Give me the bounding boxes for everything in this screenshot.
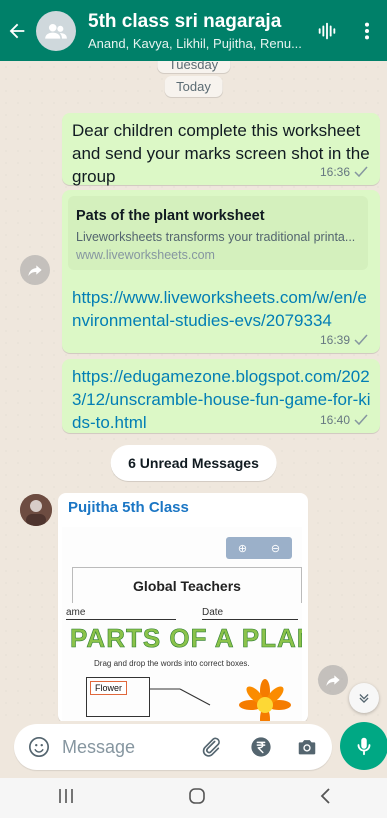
person-photo-icon xyxy=(20,494,52,526)
outgoing-link-message[interactable]: https://edugamezone.blogspot.com/2023/12… xyxy=(62,359,380,433)
kebab-menu-icon xyxy=(364,22,370,40)
unread-messages-divider: 6 Unread Messages xyxy=(110,445,277,481)
sender-name[interactable]: Pujitha 5th Class xyxy=(68,499,189,516)
recent-apps-icon xyxy=(58,788,73,803)
check-icon xyxy=(354,334,368,346)
outgoing-message[interactable]: Dear children complete this worksheet an… xyxy=(62,113,380,186)
back-button[interactable] xyxy=(0,0,34,61)
chat-area[interactable]: Tuesday Today Dear children complete thi… xyxy=(0,61,387,721)
link-preview-title: Pats of the plant worksheet xyxy=(76,208,265,224)
incoming-image-message[interactable]: Pujitha 5th Class ⊕ ⊖ Global Teachers am… xyxy=(58,493,308,721)
forward-button[interactable] xyxy=(318,665,348,695)
chat-title: 5th class sri nagaraja xyxy=(88,10,282,32)
zoom-in-icon: ⊕ xyxy=(237,542,248,555)
worksheet-instruction: Drag and drop the words into correct box… xyxy=(94,659,250,668)
message-composer xyxy=(14,724,332,770)
group-icon xyxy=(45,23,67,39)
chat-header: 5th class sri nagaraja Anand, Kavya, Lik… xyxy=(0,0,387,61)
zoom-controls: ⊕ ⊖ xyxy=(226,537,292,559)
chevron-left-icon xyxy=(320,787,330,804)
more-options-button[interactable] xyxy=(362,20,372,47)
worksheet-name-field: ame xyxy=(66,607,86,618)
attach-button[interactable] xyxy=(200,736,222,758)
home-button[interactable] xyxy=(187,786,207,811)
rupee-icon xyxy=(251,737,271,757)
message-time: 16:36 xyxy=(319,165,350,179)
paperclip-icon xyxy=(202,737,220,757)
check-icon xyxy=(354,414,368,426)
system-nav-bar xyxy=(0,778,387,818)
chat-title-area[interactable]: 5th class sri nagaraja Anand, Kavya, Lik… xyxy=(88,11,318,51)
zoom-out-icon: ⊖ xyxy=(270,542,281,555)
flower-illustration-icon xyxy=(150,679,291,721)
back-nav-button[interactable] xyxy=(318,786,332,811)
camera-icon xyxy=(298,740,316,755)
microphone-icon xyxy=(357,737,371,756)
voice-chat-button[interactable] xyxy=(316,20,338,47)
message-meta: 16:40 xyxy=(320,413,368,427)
voice-message-button[interactable] xyxy=(340,722,387,770)
worksheet-date-field: Date xyxy=(202,607,224,618)
message-time: 16:40 xyxy=(319,413,350,427)
chat-members: Anand, Kavya, Likhil, Pujitha, Renu... xyxy=(88,35,302,51)
check-icon xyxy=(354,166,368,178)
forward-icon xyxy=(28,265,42,276)
outgoing-link-message[interactable]: Pats of the plant worksheet Liveworkshee… xyxy=(62,190,380,353)
link-preview-description: Liveworksheets transforms your tradition… xyxy=(76,230,356,244)
worksheet-flower-label: Flower xyxy=(90,681,128,695)
worksheet-date-line xyxy=(202,619,298,620)
home-icon xyxy=(188,787,205,804)
worksheet-card-title: Global Teachers xyxy=(72,567,302,603)
forward-icon xyxy=(326,675,340,686)
message-time: 16:39 xyxy=(319,333,350,347)
arrow-left-icon xyxy=(9,23,25,38)
group-avatar[interactable] xyxy=(36,10,76,51)
date-chip-tuesday: Tuesday xyxy=(156,61,231,73)
worksheet-name-line xyxy=(66,619,176,620)
date-chip-today: Today xyxy=(164,76,223,97)
message-link[interactable]: https://www.liveworksheets.com/w/en/envi… xyxy=(72,286,372,332)
payment-button[interactable] xyxy=(250,736,272,758)
message-input[interactable] xyxy=(62,736,192,758)
emoji-button[interactable] xyxy=(28,736,50,758)
sender-avatar[interactable] xyxy=(20,494,52,526)
camera-button[interactable] xyxy=(296,736,318,758)
message-meta: 16:39 xyxy=(320,333,368,347)
double-chevron-down-icon xyxy=(359,694,369,703)
scroll-to-bottom-button[interactable] xyxy=(349,683,379,713)
emoji-icon xyxy=(29,737,49,757)
worksheet-heading: PARTS OF A PLANT xyxy=(70,623,302,654)
forward-button[interactable] xyxy=(20,255,50,285)
message-meta: 16:36 xyxy=(320,165,368,179)
audio-wave-icon xyxy=(318,22,336,40)
recent-apps-button[interactable] xyxy=(56,787,76,810)
link-preview[interactable]: Pats of the plant worksheet Liveworkshee… xyxy=(68,196,368,270)
link-preview-domain: www.liveworksheets.com xyxy=(76,248,215,262)
worksheet-image[interactable]: ⊕ ⊖ Global Teachers ame Date PARTS OF A … xyxy=(62,527,302,721)
